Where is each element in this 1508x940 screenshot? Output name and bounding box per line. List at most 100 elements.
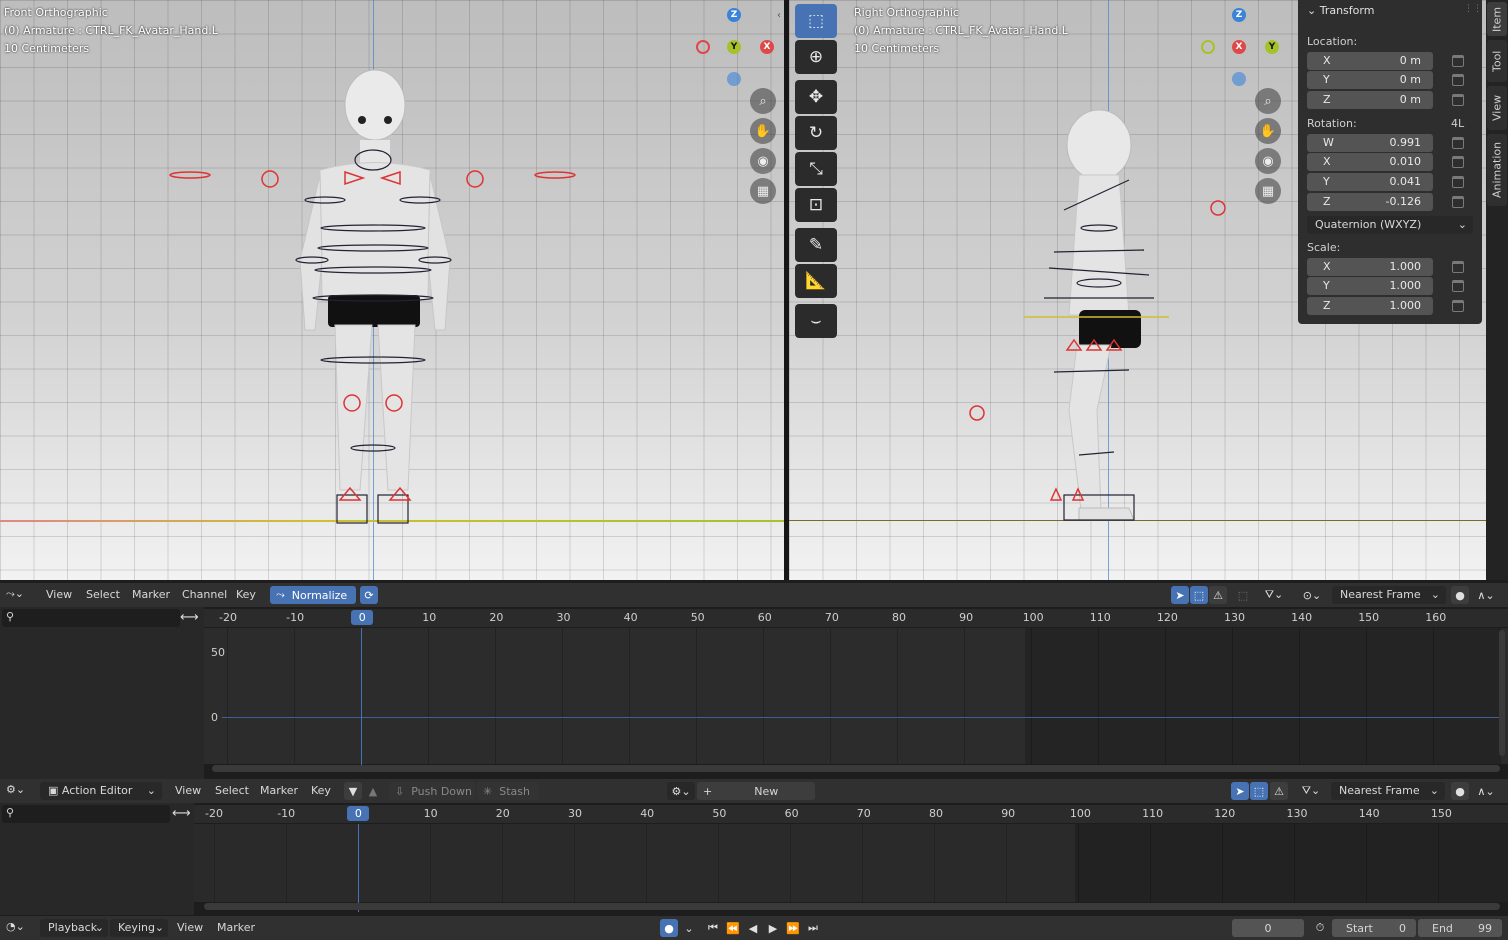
lock-icon[interactable]	[1452, 196, 1464, 208]
menu-view[interactable]: View	[177, 921, 203, 934]
zoom-icon[interactable]: ⌕	[1255, 88, 1281, 114]
lock-icon[interactable]	[1452, 74, 1464, 86]
pivot-icon[interactable]: ⊙⌄	[1297, 586, 1327, 604]
menu-key[interactable]: Key	[236, 588, 256, 601]
jump-start-icon[interactable]: ⏮	[704, 919, 722, 937]
rotate-tool-icon[interactable]: ↻	[795, 116, 837, 150]
normalize-toggle[interactable]: ⤳ Normalize	[270, 586, 356, 604]
current-frame-field[interactable]: 0	[1232, 919, 1304, 937]
camera-icon[interactable]: ◉	[750, 148, 776, 174]
editor-type-icon[interactable]: ⤳⌄	[6, 587, 24, 601]
falloff-icon[interactable]: ∧⌄	[1472, 586, 1500, 604]
tab-animation[interactable]: Animation	[1487, 134, 1507, 206]
tab-view[interactable]: View	[1487, 86, 1507, 130]
measure-tool-icon[interactable]: 📐	[795, 264, 837, 298]
gizmo-neg-y-axis[interactable]	[1201, 40, 1215, 54]
warning-icon[interactable]: ⚠	[1209, 586, 1227, 604]
menu-view[interactable]: View	[46, 588, 72, 601]
camera-icon[interactable]: ◉	[1255, 148, 1281, 174]
ik-controls[interactable]	[959, 195, 1259, 515]
rotation-mode-select[interactable]: Quaternion (WXYZ) ⌄	[1307, 216, 1473, 234]
lock-icon[interactable]	[1452, 176, 1464, 188]
viewport-front[interactable]: Front Orthographic (0) Armature : CTRL_F…	[0, 0, 784, 580]
rotation-z-field[interactable]: Z -0.126	[1307, 193, 1433, 211]
lock-icon[interactable]	[1452, 261, 1464, 273]
horizontal-scrollbar[interactable]	[204, 903, 1500, 910]
character-front-figure[interactable]	[260, 60, 490, 540]
select-cursor-icon[interactable]: ➤	[1231, 782, 1249, 800]
gizmo-neg-z-axis[interactable]	[727, 72, 741, 86]
collapse-arrow-icon[interactable]: ‹	[777, 10, 781, 21]
push-down-button[interactable]: ⇩ Push Down	[389, 782, 475, 800]
cursor-tool-icon[interactable]: ⊕	[795, 40, 837, 74]
gizmo-z-axis[interactable]: Z	[727, 8, 741, 22]
scale-z-field[interactable]: Z 1.000	[1307, 297, 1433, 315]
new-action-button[interactable]: + New	[697, 782, 815, 800]
record-options-icon[interactable]: ⌄	[680, 919, 698, 937]
proportional-edit-icon[interactable]: ●	[1451, 586, 1469, 604]
tab-tool[interactable]: Tool	[1487, 40, 1507, 82]
auto-normalize-icon[interactable]: ⟳	[360, 586, 378, 604]
gizmo-y-axis[interactable]: Y	[727, 40, 741, 54]
transform-tool-icon[interactable]: ⊡	[795, 188, 837, 222]
prev-keyframe-icon[interactable]: ⏪	[724, 919, 742, 937]
stopwatch-icon[interactable]: ⏱	[1311, 919, 1329, 937]
rotation-w-field[interactable]: W 0.991	[1307, 134, 1433, 152]
gizmo-x-axis[interactable]: X	[760, 40, 774, 54]
menu-marker[interactable]: Marker	[217, 921, 255, 934]
snap-select[interactable]: Nearest Frame ⌄	[1331, 782, 1445, 800]
editor-type-icon[interactable]: ⚙⌄	[6, 783, 25, 796]
jump-end-icon[interactable]: ⏭	[804, 919, 822, 937]
rotation-x-field[interactable]: X 0.010	[1307, 153, 1433, 171]
hand-controls[interactable]	[165, 165, 585, 195]
scale-x-field[interactable]: X 1.000	[1307, 258, 1433, 276]
bone-roll-tool-icon[interactable]: ⌣	[795, 304, 837, 338]
gizmo-neg-z-axis[interactable]	[1232, 72, 1246, 86]
scale-y-field[interactable]: Y 1.000	[1307, 277, 1433, 295]
action-browse-icon[interactable]: ⚙⌄	[667, 782, 695, 800]
tab-item[interactable]: Item	[1487, 2, 1507, 36]
horizontal-scrollbar[interactable]	[212, 765, 1500, 772]
select-box-icon[interactable]: ⬚	[1190, 586, 1208, 604]
menu-channel[interactable]: Channel	[182, 588, 227, 601]
overlay-icon[interactable]: ⬚	[1234, 586, 1252, 604]
layer-down-icon[interactable]: ▼	[344, 782, 362, 800]
lock-icon[interactable]	[1452, 280, 1464, 292]
lock-icon[interactable]	[1452, 137, 1464, 149]
proportional-edit-icon[interactable]: ●	[1451, 782, 1469, 800]
menu-view[interactable]: View	[175, 784, 201, 797]
lock-icon[interactable]	[1452, 156, 1464, 168]
gizmo-x-axis[interactable]: X	[1232, 40, 1246, 54]
playback-menu[interactable]: Playback ⌄	[40, 919, 108, 937]
filter-icon[interactable]: ⛛⌄	[1259, 586, 1289, 604]
gizmo-z-axis[interactable]: Z	[1232, 8, 1246, 22]
filter-icon[interactable]: ⛛⌄	[1296, 782, 1326, 800]
pan-hand-icon[interactable]: ✋	[750, 118, 776, 144]
zoom-icon[interactable]: ⌕	[750, 88, 776, 114]
falloff-icon[interactable]: ∧⌄	[1472, 782, 1500, 800]
current-frame-marker[interactable]: 0	[351, 610, 374, 625]
menu-marker[interactable]: Marker	[260, 784, 298, 797]
mode-select[interactable]: ▣ Action Editor ⌄	[40, 782, 162, 800]
annotate-tool-icon[interactable]: ✎	[795, 228, 837, 262]
lock-icon[interactable]	[1452, 94, 1464, 106]
select-box-icon[interactable]: ⬚	[1250, 782, 1268, 800]
end-frame-field[interactable]: End 99	[1418, 919, 1502, 937]
record-icon[interactable]: ●	[660, 919, 678, 937]
clock-editor-icon[interactable]: ◔⌄	[6, 920, 25, 933]
channel-region[interactable]	[0, 607, 204, 779]
select-cursor-icon[interactable]: ➤	[1171, 586, 1189, 604]
scale-tool-icon[interactable]: ⤡	[795, 152, 837, 186]
grid-toggle-icon[interactable]: ▦	[750, 178, 776, 204]
lock-icon[interactable]	[1452, 300, 1464, 312]
select-box-tool-icon[interactable]: ⬚	[795, 4, 837, 38]
location-z-field[interactable]: Z0 m	[1307, 91, 1433, 109]
drag-handle-icon[interactable]: ⋮⋮	[1464, 4, 1482, 14]
location-x-field[interactable]: X0 m	[1307, 52, 1433, 70]
menu-key[interactable]: Key	[311, 784, 331, 797]
gizmo-neg-x-axis[interactable]	[696, 40, 710, 54]
keying-menu[interactable]: Keying ⌄	[110, 919, 168, 937]
lock-icon[interactable]	[1452, 55, 1464, 67]
play-icon[interactable]: ▶	[764, 919, 782, 937]
next-keyframe-icon[interactable]: ⏩	[784, 919, 802, 937]
